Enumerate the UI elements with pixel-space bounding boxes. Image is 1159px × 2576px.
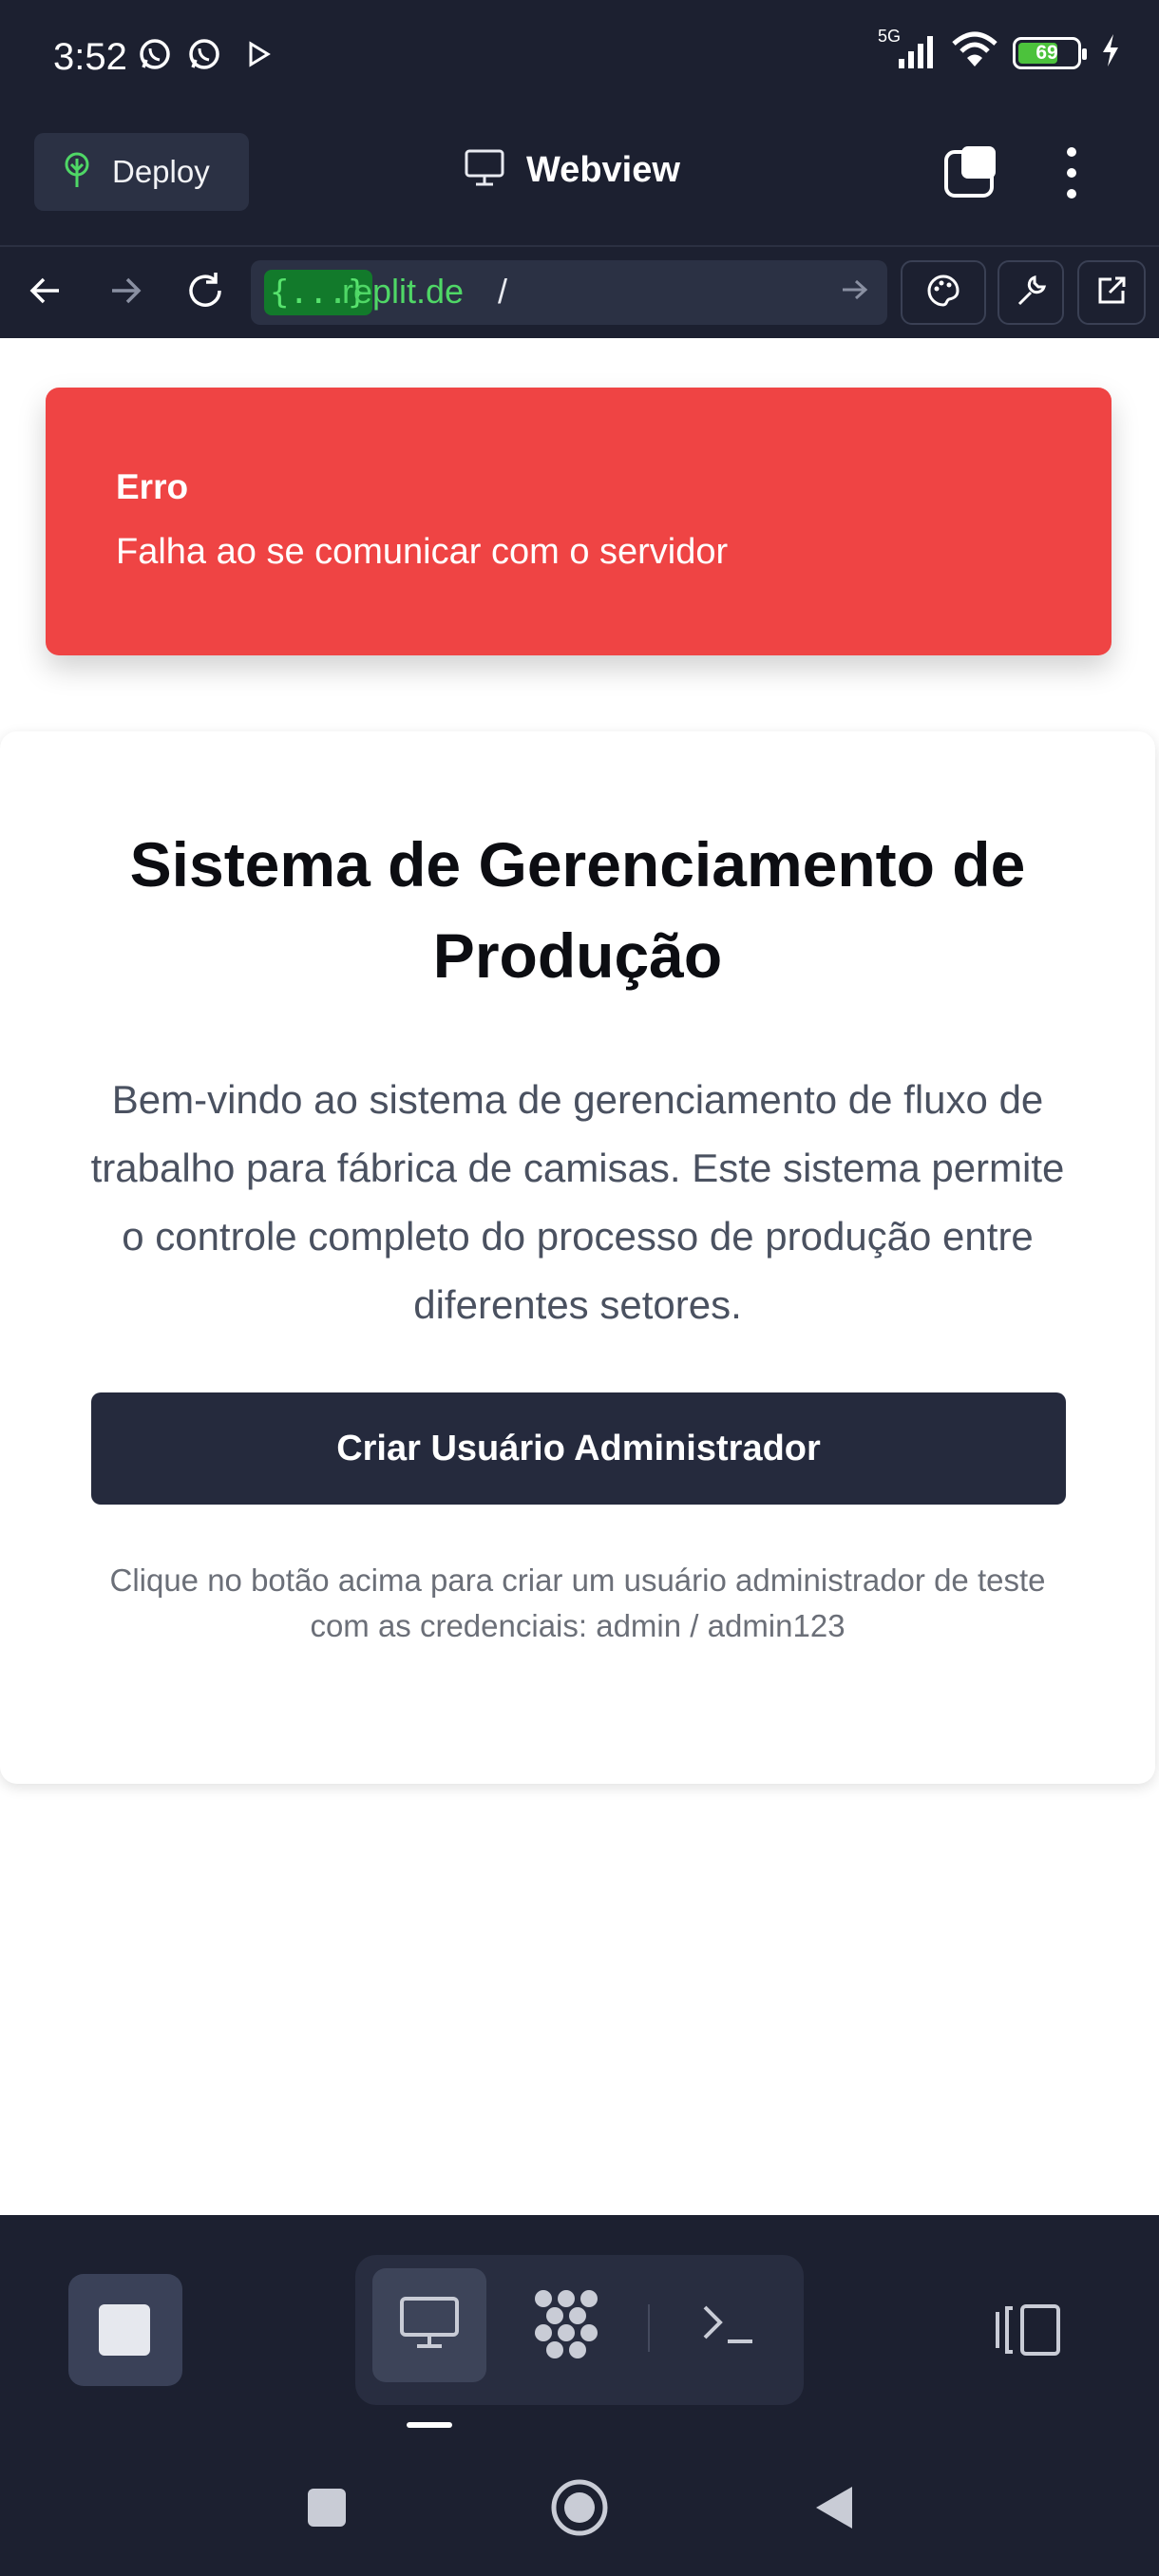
home-icon (550, 2478, 609, 2542)
system-icons: 5G 69 (878, 27, 1121, 75)
page-description: Bem-vindo ao sistema de gerenciamento de… (90, 1077, 1065, 1327)
back-icon (27, 272, 65, 314)
battery-percent: 69 (1036, 41, 1058, 64)
tabs-button[interactable] (942, 142, 999, 199)
app-bar: Deploy Webview (0, 114, 1159, 247)
whatsapp-icon (186, 36, 222, 77)
stop-button[interactable] (68, 2274, 182, 2386)
webview-content: Erro Falha ao se comunicar com o servido… (0, 338, 1159, 2215)
notification-icons (137, 36, 274, 77)
url-bar: {...} .replit.de / (0, 247, 1159, 338)
create-admin-button[interactable]: Criar Usuário Administrador (91, 1392, 1066, 1505)
system-navigation (0, 2434, 1159, 2576)
bottom-toolbar (0, 2215, 1159, 2434)
back-triangle-icon (810, 2483, 858, 2537)
theme-button[interactable] (901, 260, 986, 325)
network-type-label: 5G (878, 27, 902, 46)
more-options-button[interactable] (1053, 142, 1091, 203)
back-button[interactable] (19, 266, 72, 319)
charging-bolt-icon (1100, 32, 1121, 73)
url-host: .replit.de (332, 272, 465, 311)
tabs-icon (942, 146, 999, 203)
whatsapp-icon (137, 36, 173, 77)
workspace-view-button[interactable] (509, 2268, 623, 2382)
monitor-icon (464, 148, 505, 193)
deploy-button[interactable]: Deploy (34, 133, 249, 211)
status-time: 3:52 (53, 36, 127, 78)
terminal-icon (699, 2300, 756, 2352)
recents-icon (305, 2486, 349, 2534)
home-button[interactable] (549, 2479, 610, 2540)
wifi-icon (950, 30, 999, 75)
segment-divider (648, 2304, 650, 2352)
dock-icon (994, 2304, 1064, 2363)
stop-icon (99, 2304, 150, 2356)
welcome-card: Sistema de Gerenciamento de Produção Bem… (0, 731, 1155, 1784)
view-switcher (355, 2255, 804, 2405)
workspace-icon (530, 2287, 602, 2364)
go-arrow-icon[interactable] (838, 274, 870, 311)
desktop-view-button[interactable] (372, 2268, 486, 2382)
wrench-icon (1014, 274, 1048, 313)
desktop-icon (398, 2295, 461, 2357)
deploy-icon (61, 151, 93, 194)
status-bar: 3:52 5G 69 (0, 0, 1159, 114)
toolbar-indicator (407, 2422, 452, 2428)
url-path: / (498, 272, 508, 311)
terminal-view-button[interactable] (671, 2268, 785, 2382)
palette-icon (925, 273, 961, 313)
webview-title-text: Webview (526, 150, 680, 190)
open-external-icon (1094, 274, 1129, 313)
devtools-button[interactable] (998, 260, 1064, 325)
forward-button[interactable] (99, 266, 152, 319)
url-input[interactable]: {...} .replit.de / (251, 260, 887, 325)
forward-icon (106, 272, 144, 314)
open-external-button[interactable] (1077, 260, 1146, 325)
system-back-button[interactable] (804, 2479, 864, 2540)
reload-icon (183, 269, 227, 317)
page-title: Sistema de Gerenciamento de Produção (129, 829, 1026, 991)
error-toast-message: Falha ao se comunicar com o servidor (116, 532, 729, 572)
battery-icon: 69 (1013, 36, 1087, 69)
more-vertical-icon (1053, 147, 1091, 207)
play-store-icon (245, 40, 274, 73)
webview-title: Webview (464, 148, 680, 193)
error-toast[interactable]: Erro Falha ao se comunicar com o servido… (46, 388, 1112, 655)
recents-button[interactable] (296, 2479, 357, 2540)
deploy-label: Deploy (112, 154, 210, 189)
helper-text: Clique no botão acima para criar um usuá… (109, 1563, 1046, 1643)
error-toast-title: Erro (116, 467, 189, 506)
signal-icon: 5G (878, 27, 937, 75)
dock-panel-button[interactable] (994, 2301, 1064, 2369)
reload-button[interactable] (179, 266, 232, 319)
